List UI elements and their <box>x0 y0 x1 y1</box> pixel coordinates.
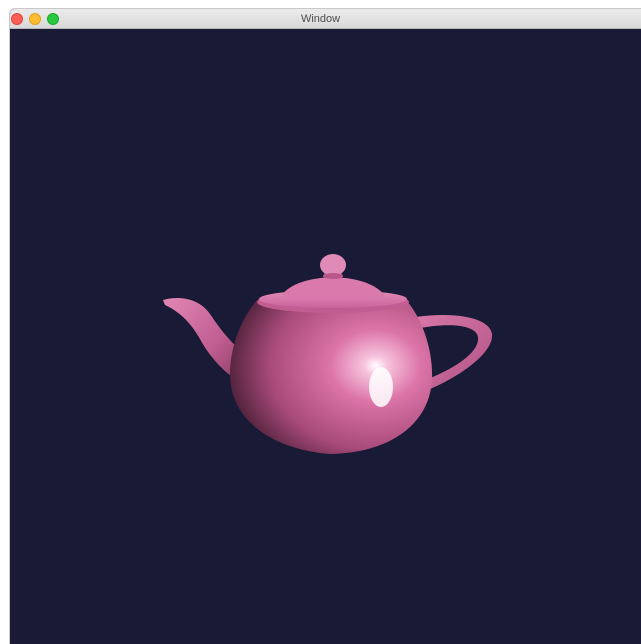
teapot-knob <box>320 254 346 276</box>
title-bar[interactable]: Window <box>10 9 641 29</box>
teapot-render <box>163 254 493 454</box>
window-title: Window <box>300 13 341 25</box>
teapot-highlight <box>369 367 393 407</box>
app-window: Window <box>10 9 641 644</box>
teapot-lid-dome <box>280 277 386 297</box>
render-viewport[interactable] <box>10 29 641 644</box>
teapot-body <box>230 293 433 454</box>
teapot-spout <box>163 297 242 379</box>
teapot-knob-base <box>323 273 343 279</box>
